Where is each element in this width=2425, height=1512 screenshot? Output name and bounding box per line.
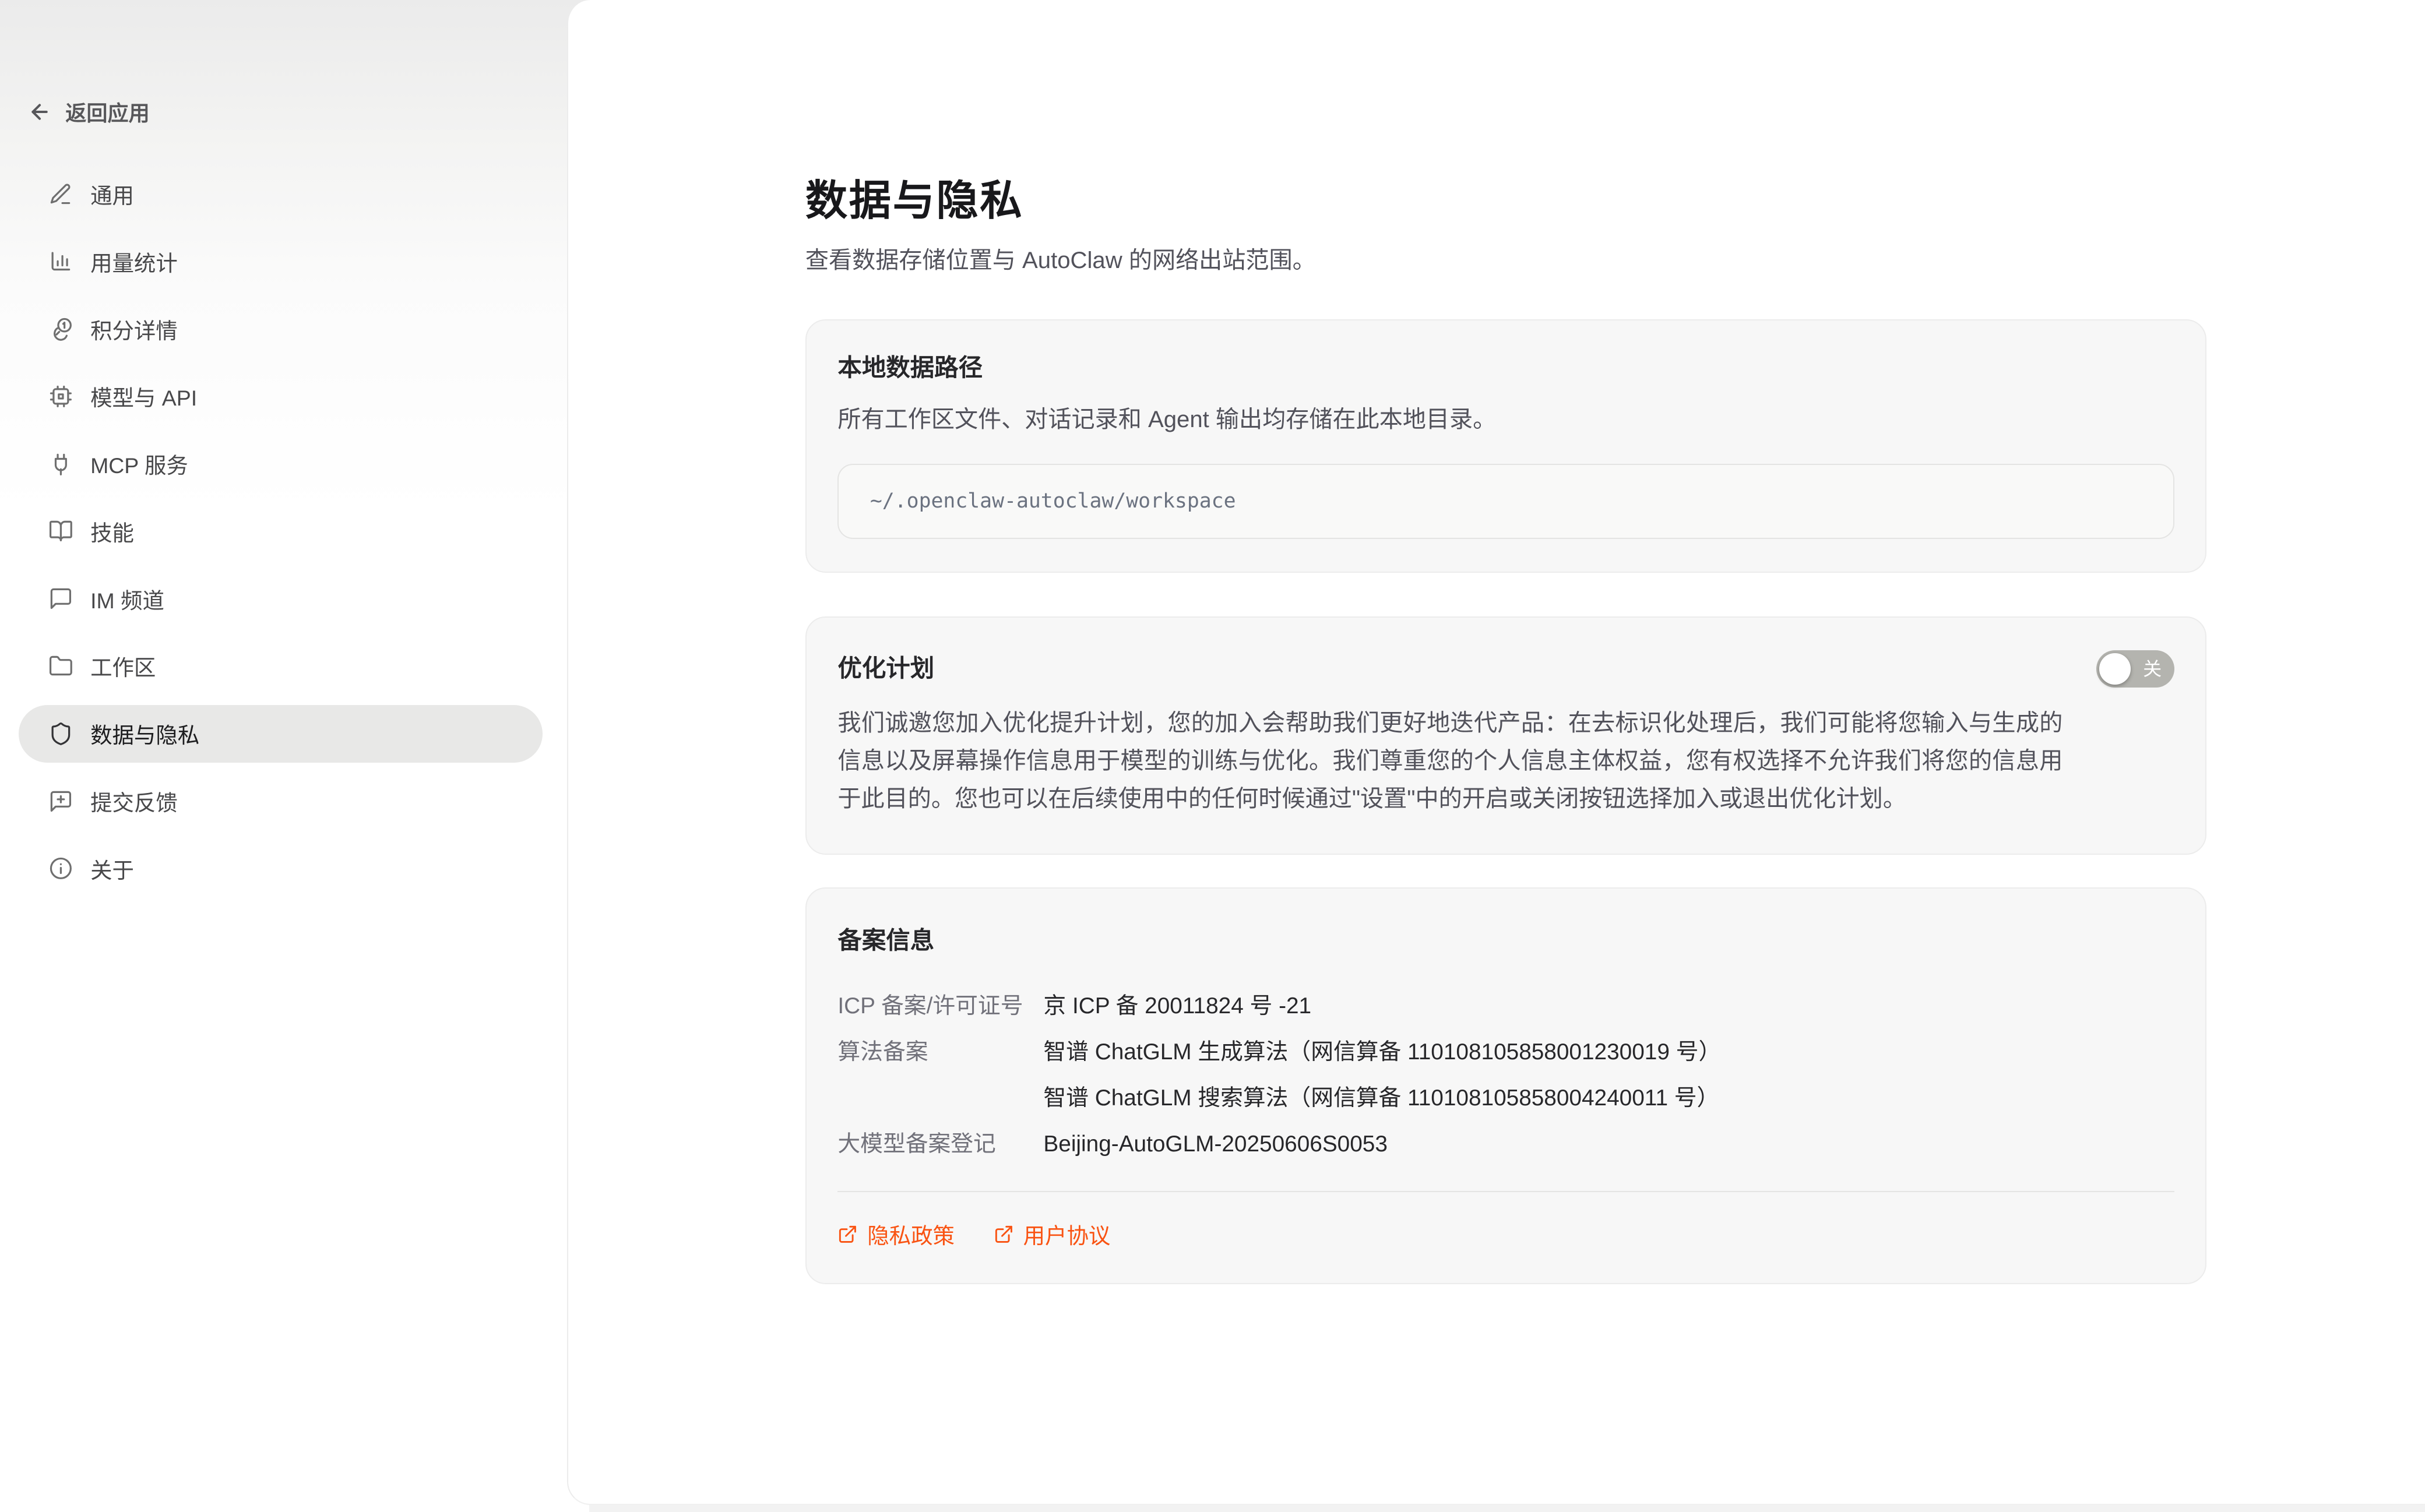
sidebar-item-label: 提交反馈 <box>90 785 178 817</box>
sidebar-item-label: 通用 <box>90 178 134 210</box>
sidebar-item-mcp[interactable]: MCP 服务 <box>19 435 543 493</box>
main-panel: 数据与隐私 查看数据存储位置与 AutoClaw 的网络出站范围。 本地数据路径… <box>567 0 2425 1505</box>
sidebar-item-credits[interactable]: 积分详情 <box>19 300 543 358</box>
optimization-plan-title: 优化计划 <box>837 654 934 683</box>
local-data-path-card: 本地数据路径 所有工作区文件、对话记录和 Agent 输出均存储在此本地目录。 … <box>805 319 2206 573</box>
sidebar-item-label: 技能 <box>90 516 134 547</box>
sidebar-item-workspace[interactable]: 工作区 <box>19 637 543 695</box>
toggle-state-label: 关 <box>2143 650 2162 688</box>
privacy-policy-label: 隐私政策 <box>867 1218 955 1250</box>
optimization-plan-description: 我们诚邀您加入优化提升计划，您的加入会帮助我们更好地迭代产品：在去标识化处理后，… <box>837 704 2063 817</box>
sidebar-item-models-api[interactable]: 模型与 API <box>19 368 543 425</box>
algorithm-filing-label: 算法备案 <box>837 1030 1043 1122</box>
page-title: 数据与隐私 <box>805 175 2208 228</box>
table-row: 大模型备案登记 Beijing-AutoGLM-20250606S0053 <box>837 1122 2174 1168</box>
sidebar-item-feedback[interactable]: 提交反馈 <box>19 773 543 830</box>
llm-registration-value: Beijing-AutoGLM-20250606S0053 <box>1043 1122 1388 1168</box>
workspace-path-field[interactable]: ~/.openclaw-autoclaw/workspace <box>837 464 2174 538</box>
back-to-app-label: 返回应用 <box>65 97 149 127</box>
sidebar-nav: 通用 用量统计 积分详情 模型与 API <box>19 165 543 907</box>
window-bottom-strip <box>589 1505 2425 1512</box>
plug-icon <box>48 452 73 477</box>
user-agreement-label: 用户协议 <box>1023 1218 1111 1250</box>
sidebar: 返回应用 通用 用量统计 积分详情 <box>0 0 567 1512</box>
sidebar-item-label: 工作区 <box>90 650 156 682</box>
sidebar-item-data-privacy[interactable]: 数据与隐私 <box>19 705 543 763</box>
sidebar-item-im-channels[interactable]: IM 频道 <box>19 570 543 628</box>
algorithm-filing-value-1: 智谱 ChatGLM 生成算法（网信算备 1101081058580012300… <box>1043 1030 1721 1076</box>
algorithm-filing-value-2: 智谱 ChatGLM 搜索算法（网信算备 1101081058580042400… <box>1043 1076 1721 1122</box>
icp-license-value: 京 ICP 备 20011824 号 -21 <box>1043 984 1311 1030</box>
sidebar-item-usage-stats[interactable]: 用量统计 <box>19 232 543 290</box>
message-square-icon <box>48 586 73 611</box>
table-row: ICP 备案/许可证号 京 ICP 备 20011824 号 -21 <box>837 984 2174 1030</box>
sidebar-item-label: 数据与隐私 <box>90 718 199 749</box>
coins-icon <box>48 316 73 341</box>
cpu-chip-icon <box>48 384 73 409</box>
privacy-policy-link[interactable]: 隐私政策 <box>837 1218 955 1250</box>
local-data-path-title: 本地数据路径 <box>837 353 2174 383</box>
sidebar-item-about[interactable]: 关于 <box>19 840 543 897</box>
policy-links-row: 隐私政策 用户协议 <box>837 1218 2174 1250</box>
workspace-path-value: ~/.openclaw-autoclaw/workspace <box>870 489 1236 513</box>
external-link-icon <box>994 1224 1014 1245</box>
sidebar-item-skills[interactable]: 技能 <box>19 502 543 560</box>
llm-registration-label: 大模型备案登记 <box>837 1122 1043 1168</box>
arrow-left-icon <box>28 100 51 124</box>
table-row: 算法备案 智谱 ChatGLM 生成算法（网信算备 11010810585800… <box>837 1030 2174 1122</box>
divider <box>837 1191 2174 1192</box>
sidebar-item-label: IM 频道 <box>90 583 164 615</box>
shield-icon <box>48 721 73 746</box>
page-subtitle: 查看数据存储位置与 AutoClaw 的网络出站范围。 <box>805 248 2208 274</box>
sidebar-item-label: 积分详情 <box>90 313 178 345</box>
filing-info-title: 备案信息 <box>837 926 2174 956</box>
toggle-knob <box>2099 653 2130 684</box>
filing-info-card: 备案信息 ICP 备案/许可证号 京 ICP 备 20011824 号 -21 … <box>805 887 2206 1284</box>
external-link-icon <box>837 1224 858 1245</box>
optimization-plan-header: 优化计划 关 <box>837 650 2174 688</box>
optimization-toggle[interactable]: 关 <box>2096 650 2174 688</box>
optimization-plan-card: 优化计划 关 我们诚邀您加入优化提升计划，您的加入会帮助我们更好地迭代产品：在去… <box>805 616 2206 855</box>
pen-icon <box>48 182 73 207</box>
message-square-plus-icon <box>48 789 73 814</box>
sidebar-item-label: MCP 服务 <box>90 448 188 480</box>
folder-icon <box>48 654 73 679</box>
settings-content: 数据与隐私 查看数据存储位置与 AutoClaw 的网络出站范围。 本地数据路径… <box>805 0 2208 1284</box>
user-agreement-link[interactable]: 用户协议 <box>994 1218 1111 1250</box>
info-circle-icon <box>48 856 73 881</box>
sidebar-item-general[interactable]: 通用 <box>19 165 543 223</box>
sidebar-item-label: 模型与 API <box>90 380 197 412</box>
bar-chart-icon <box>48 249 73 274</box>
back-to-app-button[interactable]: 返回应用 <box>28 97 150 127</box>
icp-license-label: ICP 备案/许可证号 <box>837 984 1043 1030</box>
settings-window: 返回应用 通用 用量统计 积分详情 <box>0 0 2425 1512</box>
book-open-icon <box>48 519 73 544</box>
filing-info-rows: ICP 备案/许可证号 京 ICP 备 20011824 号 -21 算法备案 … <box>837 984 2174 1168</box>
sidebar-item-label: 用量统计 <box>90 246 178 277</box>
sidebar-item-label: 关于 <box>90 853 134 884</box>
local-data-path-description: 所有工作区文件、对话记录和 Agent 输出均存储在此本地目录。 <box>837 403 2174 436</box>
